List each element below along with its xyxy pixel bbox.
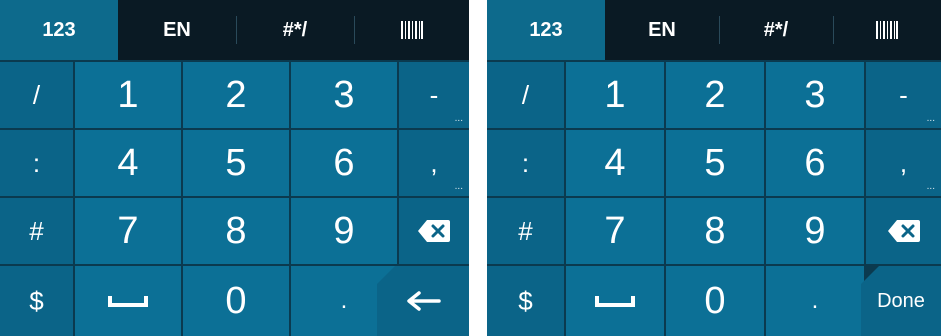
key-1[interactable]: 1 — [75, 62, 181, 128]
key-5[interactable]: 5 — [183, 130, 289, 196]
key-hash[interactable]: # — [0, 198, 73, 264]
tab-barcode[interactable] — [833, 0, 941, 60]
tab-barcode[interactable] — [354, 0, 469, 60]
key-0[interactable]: 0 — [183, 266, 289, 336]
tab-123[interactable]: 123 — [0, 0, 118, 60]
more-options-indicator: ... — [454, 181, 463, 192]
done-key[interactable]: Done — [861, 266, 941, 336]
keyboard-tabbar: 123 EN #*/ — [487, 0, 941, 60]
key-slash[interactable]: / — [0, 62, 73, 128]
key-minus[interactable]: -... — [399, 62, 469, 128]
barcode-icon — [876, 21, 898, 39]
backspace-icon — [418, 220, 450, 242]
key-colon[interactable]: : — [487, 130, 564, 196]
more-options-indicator: ... — [926, 181, 935, 192]
key-4[interactable]: 4 — [75, 130, 181, 196]
key-2[interactable]: 2 — [666, 62, 764, 128]
key-5[interactable]: 5 — [666, 130, 764, 196]
space-icon — [108, 296, 148, 307]
key-6[interactable]: 6 — [766, 130, 864, 196]
key-9[interactable]: 9 — [291, 198, 397, 264]
more-options-indicator: ... — [454, 113, 463, 124]
key-8[interactable]: 8 — [183, 198, 289, 264]
key-3[interactable]: 3 — [291, 62, 397, 128]
key-1[interactable]: 1 — [566, 62, 664, 128]
key-dollar[interactable]: $ — [0, 266, 73, 336]
tab-symbols[interactable]: #*/ — [236, 0, 354, 60]
key-period[interactable]: . — [766, 266, 864, 336]
numeric-keyboard-left: 123 EN #*/ / 1 2 3 -... : 4 5 6 ,... # 7… — [0, 0, 469, 336]
space-icon — [595, 296, 635, 307]
key-6[interactable]: 6 — [291, 130, 397, 196]
key-hash[interactable]: # — [487, 198, 564, 264]
key-comma[interactable]: ,... — [399, 130, 469, 196]
done-label: Done — [877, 289, 925, 312]
backspace-key[interactable] — [866, 198, 941, 264]
enter-key[interactable] — [377, 266, 469, 336]
keyboard-tabbar: 123 EN #*/ — [0, 0, 469, 60]
more-options-indicator: ... — [926, 113, 935, 124]
numeric-keyboard-right: 123 EN #*/ / 1 2 3 -... : 4 5 6 ,... # 7… — [487, 0, 941, 336]
key-7[interactable]: 7 — [75, 198, 181, 264]
key-colon[interactable]: : — [0, 130, 73, 196]
key-4[interactable]: 4 — [566, 130, 664, 196]
key-slash[interactable]: / — [487, 62, 564, 128]
key-2[interactable]: 2 — [183, 62, 289, 128]
key-3[interactable]: 3 — [766, 62, 864, 128]
key-7[interactable]: 7 — [566, 198, 664, 264]
tab-symbols[interactable]: #*/ — [719, 0, 833, 60]
backspace-key[interactable] — [399, 198, 469, 264]
key-9[interactable]: 9 — [766, 198, 864, 264]
enter-arrow-icon — [407, 291, 441, 311]
key-minus[interactable]: -... — [866, 62, 941, 128]
space-key[interactable] — [75, 266, 181, 336]
key-0[interactable]: 0 — [666, 266, 764, 336]
barcode-icon — [400, 21, 423, 39]
tab-en[interactable]: EN — [605, 0, 719, 60]
key-dollar[interactable]: $ — [487, 266, 564, 336]
key-8[interactable]: 8 — [666, 198, 764, 264]
tab-en[interactable]: EN — [118, 0, 236, 60]
backspace-icon — [887, 220, 920, 242]
space-key[interactable] — [566, 266, 664, 336]
tab-123[interactable]: 123 — [487, 0, 605, 60]
key-comma[interactable]: ,... — [866, 130, 941, 196]
